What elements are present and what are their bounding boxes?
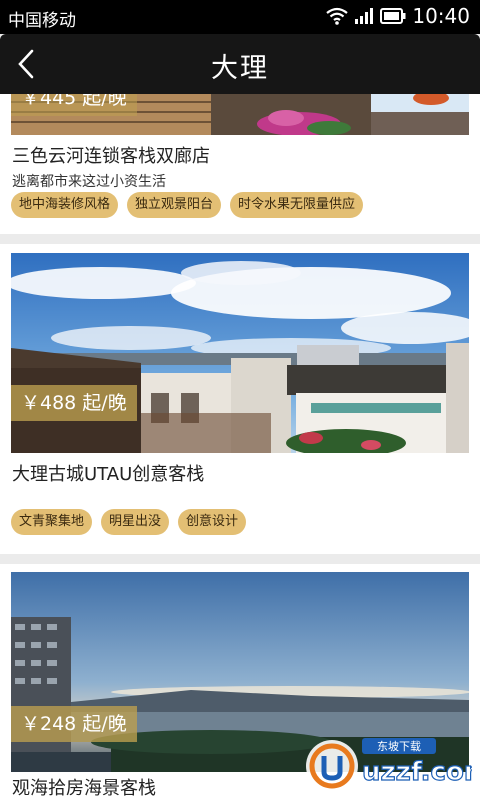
tag: 时令水果无限量供应 [230, 192, 364, 218]
wifi-icon [326, 7, 349, 25]
watermark-caption: 东坡下载 [377, 740, 421, 753]
hotel-name: 观海拾房海景客栈 [12, 778, 156, 799]
hotel-photo [11, 253, 469, 453]
hotel-list: ￥445 起/晚 三色云河连锁客栈双廊店 逃离都市来这过小资生活 地中海装修风格… [0, 94, 480, 800]
hotel-card[interactable]: ￥488 起/晚 大理古城UTAU创意客栈 文青聚集地 明星出没 创意设计 [0, 244, 480, 554]
status-bar: 中国移动 10:40 [0, 0, 480, 34]
tag: 独立观景阳台 [127, 192, 222, 218]
signal-icon [355, 8, 374, 24]
tag: 文青聚集地 [11, 509, 93, 535]
clock: 10:40 [412, 4, 470, 28]
carrier-name: 中国移动 [8, 11, 76, 31]
status-icons: 10:40 [326, 4, 470, 28]
price-badge: ￥488 起/晚 [11, 385, 137, 421]
tag-list: 文青聚集地 明星出没 创意设计 [11, 509, 247, 535]
page-title: 大理 [211, 53, 269, 84]
tag: 明星出没 [101, 509, 170, 535]
price-badge: ￥248 起/晚 [11, 706, 137, 742]
battery-icon [380, 8, 406, 24]
uzzf-logo: 东坡下载 uzzf.com [306, 738, 472, 792]
hotel-name: 三色云河连锁客栈双廊店 [12, 146, 210, 167]
watermark-brand: uzzf.com [362, 757, 472, 787]
hotel-name: 大理古城UTAU创意客栈 [12, 464, 205, 485]
price-badge: ￥445 起/晚 [11, 94, 137, 116]
hotel-card[interactable]: ￥445 起/晚 三色云河连锁客栈双廊店 逃离都市来这过小资生活 地中海装修风格… [0, 94, 480, 234]
tag: 地中海装修风格 [11, 192, 119, 218]
hotel-description: 逃离都市来这过小资生活 [12, 174, 166, 190]
tag-list: 地中海装修风格 独立观景阳台 时令水果无限量供应 [11, 192, 364, 218]
tag: 创意设计 [178, 509, 247, 535]
title-bar: 大理 [0, 34, 480, 94]
